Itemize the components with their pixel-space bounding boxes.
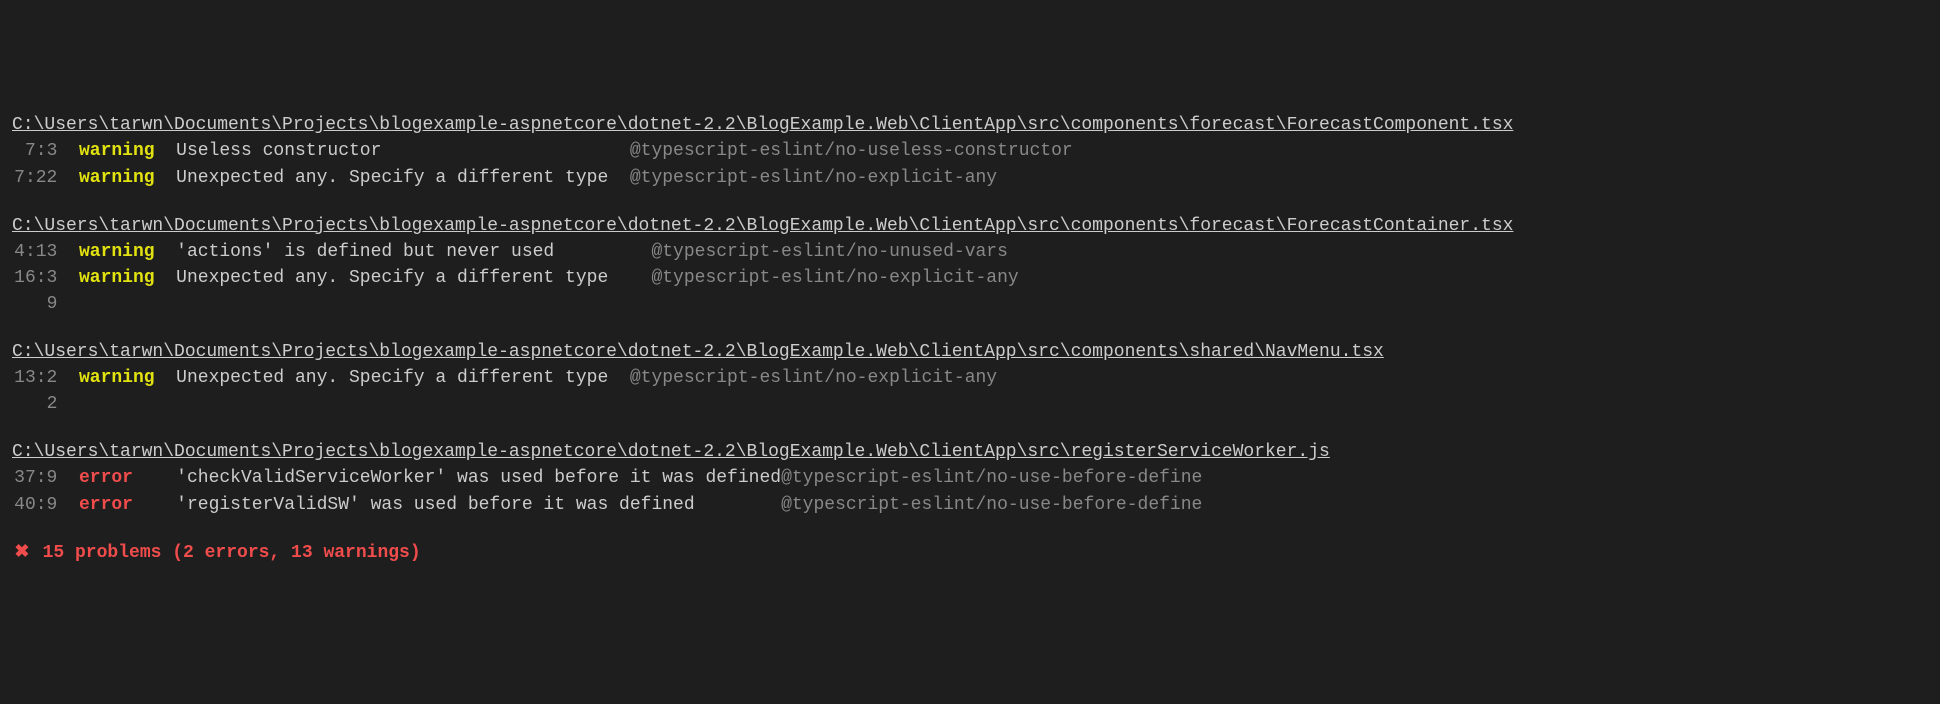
error-icon: ✖: [12, 540, 32, 566]
issue-location: 16:39: [12, 265, 79, 317]
file-path[interactable]: C:\Users\tarwn\Documents\Projects\blogex…: [12, 342, 1384, 362]
issue-location: 7:3: [12, 138, 79, 164]
issue-location: 7:22: [12, 165, 79, 191]
issue-message: 'registerValidSW' was used before it was…: [176, 492, 781, 518]
issue-message: Unexpected any. Specify a different type: [176, 365, 630, 417]
issue-rule: @typescript-eslint/no-explicit-any: [630, 165, 997, 191]
issue-location: 37:9: [12, 465, 79, 491]
issue-location: 13:22: [12, 365, 79, 417]
issue-location: 4:13: [12, 239, 79, 265]
summary-line: ✖ 15 problems (2 errors, 13 warnings): [12, 540, 1928, 566]
issue-rule: @typescript-eslint/no-explicit-any: [630, 365, 997, 417]
issue-severity: error: [79, 492, 176, 518]
file-path[interactable]: C:\Users\tarwn\Documents\Projects\blogex…: [12, 216, 1513, 236]
issue-message: Useless constructor: [176, 138, 630, 164]
issue-severity: warning: [79, 165, 176, 191]
file-block: C:\Users\tarwn\Documents\Projects\blogex…: [12, 339, 1928, 417]
issue-severity: warning: [79, 265, 176, 317]
issue-message: Unexpected any. Specify a different type: [176, 165, 630, 191]
issue-row: 40:9error'registerValidSW' was used befo…: [12, 492, 1928, 518]
issue-message: 'checkValidServiceWorker' was used befor…: [176, 465, 781, 491]
issue-message: Unexpected any. Specify a different type: [176, 265, 651, 317]
issue-location: 40:9: [12, 492, 79, 518]
issue-severity: error: [79, 465, 176, 491]
issue-row: 37:9error'checkValidServiceWorker' was u…: [12, 465, 1928, 491]
file-path[interactable]: C:\Users\tarwn\Documents\Projects\blogex…: [12, 442, 1330, 462]
issue-rule: @typescript-eslint/no-useless-constructo…: [630, 138, 1073, 164]
lint-output: C:\Users\tarwn\Documents\Projects\blogex…: [12, 112, 1928, 565]
issue-row: 13:22warningUnexpected any. Specify a di…: [12, 365, 1928, 417]
summary-text: 15 problems (2 errors, 13 warnings): [32, 543, 421, 563]
issue-severity: warning: [79, 138, 176, 164]
issue-row: 16:39warningUnexpected any. Specify a di…: [12, 265, 1928, 317]
issue-rule: @typescript-eslint/no-use-before-define: [781, 492, 1202, 518]
issue-rule: @typescript-eslint/no-unused-vars: [651, 239, 1007, 265]
file-block: C:\Users\tarwn\Documents\Projects\blogex…: [12, 439, 1928, 517]
issue-row: 7:3warningUseless constructor@typescript…: [12, 138, 1928, 164]
file-block: C:\Users\tarwn\Documents\Projects\blogex…: [12, 213, 1928, 317]
issue-rule: @typescript-eslint/no-use-before-define: [781, 465, 1202, 491]
file-block: C:\Users\tarwn\Documents\Projects\blogex…: [12, 112, 1928, 190]
issue-message: 'actions' is defined but never used: [176, 239, 651, 265]
issue-row: 4:13warning'actions' is defined but neve…: [12, 239, 1928, 265]
issue-severity: warning: [79, 239, 176, 265]
issue-rule: @typescript-eslint/no-explicit-any: [651, 265, 1018, 317]
file-path[interactable]: C:\Users\tarwn\Documents\Projects\blogex…: [12, 115, 1513, 135]
issue-row: 7:22warningUnexpected any. Specify a dif…: [12, 165, 1928, 191]
issue-severity: warning: [79, 365, 176, 417]
